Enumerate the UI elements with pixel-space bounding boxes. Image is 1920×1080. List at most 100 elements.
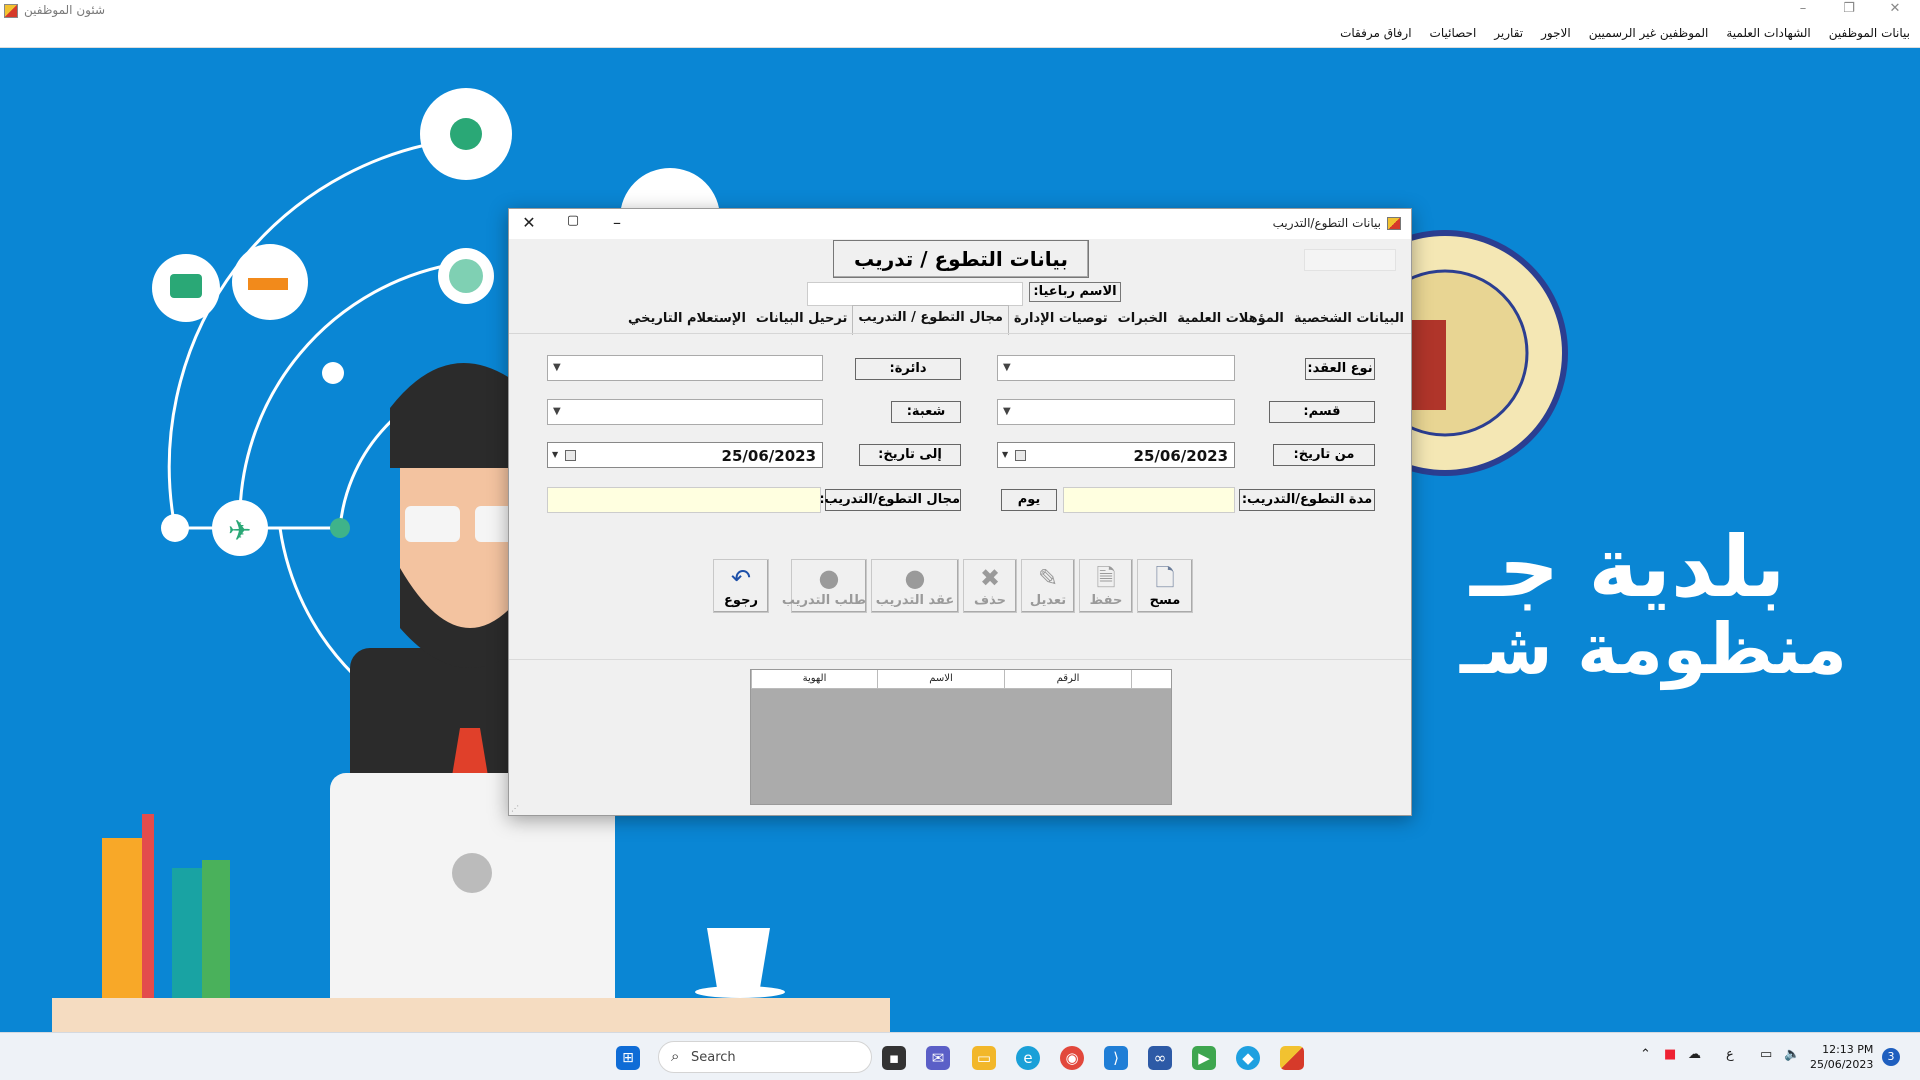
visual-studio-icon[interactable]: ∞ <box>1148 1046 1172 1070</box>
to-date-label: إلى تاريخ: <box>859 444 961 466</box>
app-blue-icon[interactable]: ◆ <box>1236 1046 1260 1070</box>
menu-employees[interactable]: بيانات الموظفين <box>1829 26 1910 40</box>
tab-data-transfer[interactable]: ترحيل البيانات <box>751 307 852 333</box>
tab-divider <box>509 333 1411 334</box>
division-select[interactable]: ▼ <box>547 399 823 425</box>
from-date-picker[interactable]: ▼ 25/06/2023 <box>997 442 1235 468</box>
vscode-icon[interactable]: ⟩ <box>1104 1046 1128 1070</box>
dialog-minimize-icon[interactable]: – <box>603 213 631 235</box>
grid-header: الرقم الاسم الهوية <box>751 670 1171 689</box>
from-date-checkbox[interactable] <box>1015 450 1026 461</box>
search-placeholder: Search <box>691 1050 736 1065</box>
app-title: شئون الموظفين <box>24 3 106 17</box>
day-label: يوم <box>1001 489 1057 511</box>
menu-certificates[interactable]: الشهادات العلمية <box>1726 26 1810 40</box>
menu-reports[interactable]: تقارير <box>1494 26 1523 40</box>
section-divider <box>509 659 1411 660</box>
chevron-up-icon[interactable]: ⌃ <box>1640 1047 1651 1062</box>
division-label: شعبة: <box>891 401 961 423</box>
chevron-down-icon: ▼ <box>1003 362 1011 373</box>
duration-label: مدة التطوع/التدريب: <box>1239 489 1375 511</box>
network-icon[interactable]: ▭ <box>1760 1047 1772 1062</box>
taskbar-search[interactable]: ⌕ Search <box>658 1041 872 1073</box>
tab-history-query[interactable]: الإستعلام التاريخي <box>623 307 751 333</box>
department-select[interactable]: ▼ <box>547 355 823 381</box>
tab-management-recommendations[interactable]: توصيات الإدارة <box>1009 307 1113 333</box>
form-header: بيانات التطوع / تدريب <box>833 240 1089 278</box>
menu-wages[interactable]: الاجور <box>1541 26 1571 40</box>
volume-icon[interactable]: 🔈 <box>1784 1047 1800 1062</box>
records-grid[interactable]: الرقم الاسم الهوية <box>750 669 1172 805</box>
field-label: مجال التطوع/التدريب: <box>819 489 961 511</box>
start-windows-icon[interactable]: ⊞ <box>616 1046 640 1070</box>
tab-strip: البيانات الشخصية المؤهلات العلمية الخبرا… <box>628 305 1409 335</box>
app-titlebar: شئون الموظفين – ❐ ✕ <box>0 0 1920 22</box>
full-name-input[interactable] <box>807 282 1023 306</box>
field-input[interactable] <box>547 487 821 513</box>
notification-badge[interactable]: 3 <box>1882 1048 1900 1066</box>
to-date-picker[interactable]: ▼ 25/06/2023 <box>547 442 823 468</box>
svg-text:✈: ✈ <box>228 514 251 547</box>
dialog-app-icon <box>1387 217 1401 230</box>
background-subheading: منظومة شـ <box>1460 608 1847 690</box>
dialog-titlebar: ✕ ▢ – بيانات التطوع/التدريب <box>509 209 1411 239</box>
hr-app-taskbar-icon[interactable] <box>1280 1046 1304 1070</box>
tab-personal-data[interactable]: البيانات الشخصية <box>1289 307 1409 333</box>
duration-input[interactable] <box>1063 487 1235 513</box>
search-icon: ⌕ <box>671 1047 680 1065</box>
grid-column-number[interactable]: الرقم <box>1004 670 1131 688</box>
menu-unofficial-employees[interactable]: الموظفين غير الرسميين <box>1589 26 1709 40</box>
contract-type-label: نوع العقد: <box>1305 358 1375 380</box>
new-document-icon: 🗋 <box>1155 564 1175 592</box>
file-explorer-icon[interactable]: ▭ <box>972 1046 996 1070</box>
delete-document-icon: ✖ <box>979 564 1001 592</box>
tab-experience[interactable]: الخبرات <box>1113 307 1173 333</box>
menu-attachments[interactable]: ارفاق مرفقات <box>1340 26 1411 40</box>
to-date-value: 25/06/2023 <box>721 447 816 465</box>
grid-column-name[interactable]: الاسم <box>877 670 1004 688</box>
record-id-field <box>1304 249 1396 271</box>
to-date-checkbox[interactable] <box>565 450 576 461</box>
edge-browser-icon[interactable]: e <box>1016 1046 1040 1070</box>
tab-volunteer-training[interactable]: مجال التطوع / التدريب <box>852 305 1009 335</box>
edit-button[interactable]: ✎ تعديل <box>1021 559 1075 613</box>
task-view-icon[interactable]: ▪ <box>882 1046 906 1070</box>
delete-button[interactable]: ✖ حذف <box>963 559 1017 613</box>
language-indicator[interactable]: ع <box>1726 1047 1734 1062</box>
grid-column-id[interactable]: الهوية <box>751 670 877 688</box>
edit-document-icon: ✎ <box>1037 564 1059 592</box>
clock-time: 12:13 PM <box>1822 1043 1874 1056</box>
request-icon: ● <box>818 564 840 592</box>
close-icon[interactable]: ✕ <box>1880 1 1910 16</box>
undo-arrow-icon: ↶ <box>730 564 752 592</box>
training-request-button[interactable]: ● طلب التدريب <box>782 559 867 613</box>
back-button[interactable]: ↶ رجوع <box>713 559 769 613</box>
contract-type-select[interactable]: ▼ <box>997 355 1235 381</box>
tray-flag-icon[interactable]: ■ <box>1664 1047 1676 1062</box>
menu-statistics[interactable]: احصائيات <box>1430 26 1477 40</box>
dialog-close-icon[interactable]: ✕ <box>515 213 543 235</box>
tray-cloud-icon[interactable]: ☁ <box>1688 1047 1701 1062</box>
dialog-title: بيانات التطوع/التدريب <box>1272 216 1381 230</box>
chevron-down-icon: ▼ <box>553 406 561 417</box>
chevron-down-icon: ▼ <box>553 362 561 373</box>
minimize-icon[interactable]: – <box>1788 1 1818 16</box>
chevron-down-icon: ▼ <box>1003 406 1011 417</box>
restore-icon[interactable]: ❐ <box>1834 1 1864 16</box>
chevron-down-icon: ▼ <box>552 450 559 459</box>
teams-chat-icon[interactable]: ✉ <box>926 1046 950 1070</box>
training-contract-button[interactable]: ● عقد التدريب <box>871 559 959 613</box>
background-heading: بلدية جـ <box>1470 518 1786 616</box>
clear-button[interactable]: 🗋 مسح <box>1137 559 1193 613</box>
section-select[interactable]: ▼ <box>997 399 1235 425</box>
save-button[interactable]: 🗎 حفظ <box>1079 559 1133 613</box>
tab-qualifications[interactable]: المؤهلات العلمية <box>1172 307 1289 333</box>
media-player-icon[interactable]: ▶ <box>1192 1046 1216 1070</box>
resize-grip-icon[interactable]: ⋰ <box>511 804 519 813</box>
from-date-label: من تاريخ: <box>1273 444 1375 466</box>
department-label: دائرة: <box>855 358 961 380</box>
chrome-browser-icon[interactable]: ◉ <box>1060 1046 1084 1070</box>
dialog-maximize-icon[interactable]: ▢ <box>559 213 587 235</box>
from-date-value: 25/06/2023 <box>1133 447 1228 465</box>
system-clock[interactable]: 12:13 PM 25/06/2023 <box>1810 1042 1873 1072</box>
